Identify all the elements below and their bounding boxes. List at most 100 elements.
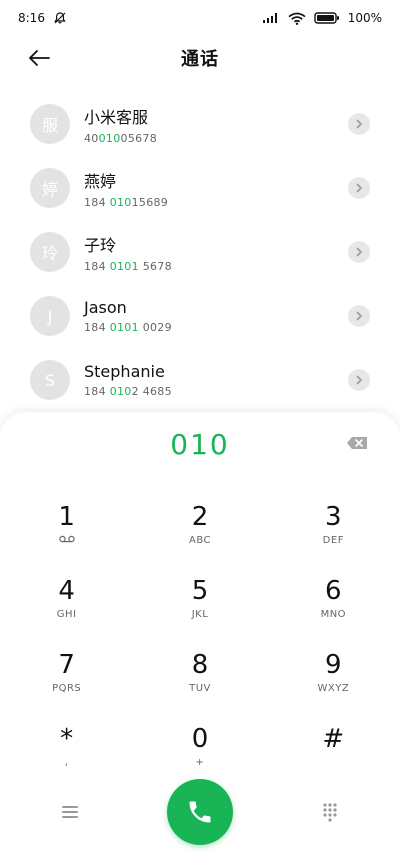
key-letters: , bbox=[64, 757, 69, 768]
key-5[interactable]: 5 JKL bbox=[133, 566, 266, 640]
key-digit: 9 bbox=[325, 650, 342, 680]
number-prefix: 184 bbox=[84, 259, 110, 273]
number-suffix: 05678 bbox=[120, 131, 158, 145]
contact-name: 子玲 bbox=[84, 235, 117, 255]
number-match: 010 bbox=[98, 131, 121, 145]
contact-row[interactable]: 婷 燕婷 184 01015689 bbox=[0, 156, 400, 220]
key-letters: MNO bbox=[320, 609, 347, 620]
key-digit: 3 bbox=[325, 502, 342, 532]
key-letters: WXYZ bbox=[317, 683, 350, 694]
key-digit: 5 bbox=[191, 576, 209, 606]
number-prefix: 184 bbox=[84, 321, 110, 334]
avatar: S bbox=[30, 360, 70, 400]
key-letters: GHI bbox=[56, 609, 77, 620]
bell-off-icon bbox=[53, 11, 67, 25]
voicemail-icon bbox=[58, 535, 75, 543]
key-letters: PQRS bbox=[52, 683, 82, 694]
chevron-right-icon bbox=[356, 119, 362, 129]
contact-name: Stephanie bbox=[84, 362, 165, 381]
key-2[interactable]: 2 ABC bbox=[133, 492, 266, 566]
number-suffix: 15689 bbox=[131, 195, 169, 209]
contact-number: 184 0101 5678 bbox=[84, 260, 348, 273]
contact-info: 子玲 184 0101 5678 bbox=[84, 232, 348, 273]
contact-row[interactable]: S Stephanie 184 0102 4685 bbox=[0, 348, 400, 412]
contact-detail-button[interactable] bbox=[348, 241, 370, 263]
phone-icon bbox=[189, 801, 211, 823]
key-digit: * bbox=[60, 724, 74, 754]
key-digit: 6 bbox=[325, 576, 342, 606]
dialed-number: 010 bbox=[170, 428, 230, 461]
back-button[interactable] bbox=[22, 44, 56, 72]
contact-name: Jason bbox=[84, 298, 127, 317]
contact-detail-button[interactable] bbox=[348, 305, 370, 327]
status-bar: 8:16 100% bbox=[0, 0, 400, 36]
contact-detail-button[interactable] bbox=[348, 113, 370, 135]
contact-name: 燕婷 bbox=[84, 171, 117, 191]
key-3[interactable]: 3 DEF bbox=[267, 492, 400, 566]
key-6[interactable]: 6 MNO bbox=[267, 566, 400, 640]
contact-row[interactable]: 玲 子玲 184 0101 5678 bbox=[0, 220, 400, 284]
number-prefix: 184 bbox=[84, 385, 110, 398]
page-title: 通话 bbox=[181, 49, 219, 70]
status-left: 8:16 bbox=[18, 11, 67, 25]
number-suffix: 0029 bbox=[138, 321, 172, 334]
key-digit: 4 bbox=[58, 576, 75, 606]
contact-info: 燕婷 184 01015689 bbox=[84, 168, 348, 209]
status-time: 8:16 bbox=[18, 11, 45, 25]
number-match: 010 bbox=[109, 195, 132, 209]
wifi-icon bbox=[288, 12, 306, 25]
key-letters: DEF bbox=[322, 535, 344, 546]
number-suffix: 5678 bbox=[138, 259, 172, 273]
key-letters: ABC bbox=[188, 535, 211, 546]
contact-detail-button[interactable] bbox=[348, 177, 370, 199]
key-letters: TUV bbox=[189, 683, 211, 694]
contact-info: Stephanie 184 0102 4685 bbox=[84, 362, 348, 398]
contact-row[interactable]: 服 小米客服 4001005678 bbox=[0, 92, 400, 156]
contact-row[interactable]: J Jason 184 0101 0029 bbox=[0, 284, 400, 348]
contact-info: Jason 184 0101 0029 bbox=[84, 298, 348, 334]
backspace-button[interactable] bbox=[344, 434, 370, 452]
key-letters: JKL bbox=[191, 609, 209, 620]
contact-number: 184 0102 4685 bbox=[84, 385, 348, 398]
keypad-toggle-button[interactable] bbox=[312, 794, 348, 830]
contact-name: 小米客服 bbox=[84, 107, 149, 127]
key-digit: 1 bbox=[58, 502, 75, 532]
chevron-right-icon bbox=[356, 375, 362, 385]
menu-button[interactable] bbox=[52, 794, 88, 830]
number-prefix: 184 bbox=[84, 195, 110, 209]
chevron-right-icon bbox=[356, 183, 362, 193]
keypad-grid-icon bbox=[323, 803, 337, 822]
key-8[interactable]: 8 TUV bbox=[133, 640, 266, 714]
avatar: J bbox=[30, 296, 70, 336]
key-digit: 2 bbox=[191, 502, 209, 532]
app-header: 通话 bbox=[0, 36, 400, 80]
key-1[interactable]: 1 bbox=[0, 492, 133, 566]
key-digit: 7 bbox=[58, 650, 75, 680]
avatar: 婷 bbox=[30, 168, 70, 208]
contact-number: 4001005678 bbox=[84, 132, 348, 145]
chevron-right-icon bbox=[356, 247, 362, 257]
number-match: 010 bbox=[109, 385, 132, 398]
key-digit: 0 bbox=[191, 724, 209, 754]
battery-percent: 100% bbox=[347, 11, 382, 25]
number-prefix: 40 bbox=[84, 131, 99, 145]
number-suffix: 2 4685 bbox=[131, 385, 172, 398]
key-4[interactable]: 4 GHI bbox=[0, 566, 133, 640]
contact-info: 小米客服 4001005678 bbox=[84, 104, 348, 145]
call-button[interactable] bbox=[167, 779, 233, 845]
contact-number: 184 0101 0029 bbox=[84, 321, 348, 334]
signal-icon bbox=[262, 12, 280, 24]
key-9[interactable]: 9 WXYZ bbox=[267, 640, 400, 714]
backspace-icon bbox=[347, 437, 367, 449]
dialpad-bottom-bar bbox=[0, 776, 400, 848]
key-7[interactable]: 7 PQRS bbox=[0, 640, 133, 714]
number-match: 0101 bbox=[109, 321, 139, 334]
avatar: 玲 bbox=[30, 232, 70, 272]
key-digit: # bbox=[322, 724, 345, 754]
contact-detail-button[interactable] bbox=[348, 369, 370, 391]
key-letters: + bbox=[195, 757, 205, 768]
back-arrow-icon bbox=[29, 50, 50, 66]
number-match: 0101 bbox=[109, 259, 139, 273]
contact-number: 184 01015689 bbox=[84, 196, 348, 209]
menu-icon bbox=[62, 806, 78, 818]
